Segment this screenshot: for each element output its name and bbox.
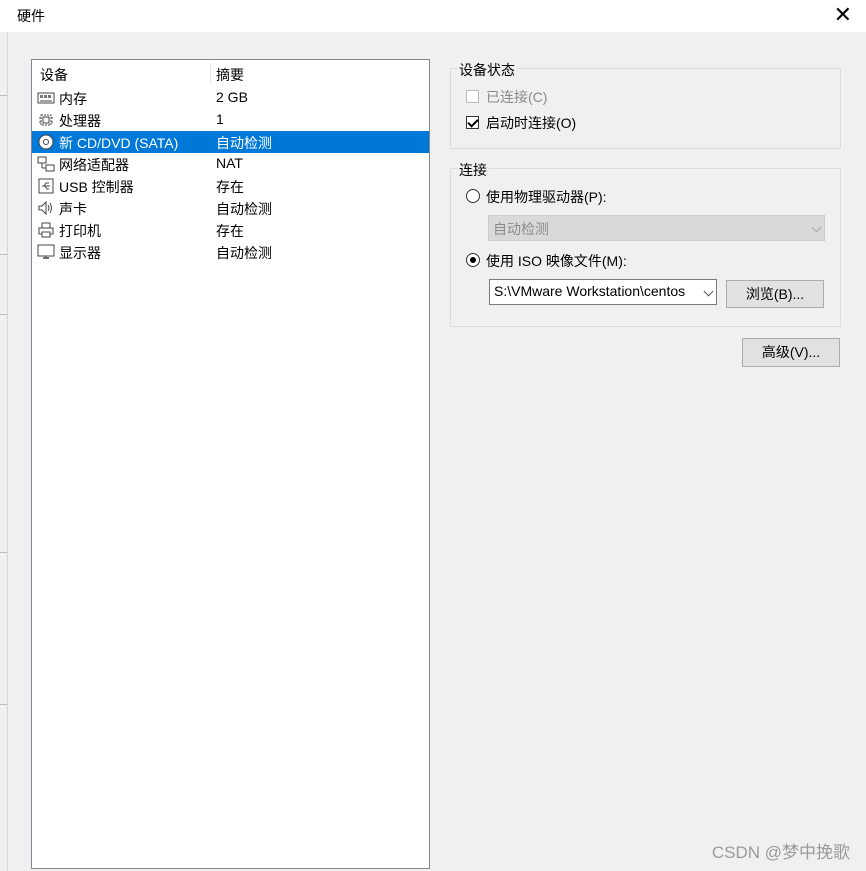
memory-icon — [37, 90, 55, 106]
device-name: 打印机 — [59, 223, 101, 239]
watermark: CSDN @梦中挽歌 — [711, 843, 850, 862]
device-name: 新 CD/DVD (SATA) — [59, 135, 179, 151]
network-adapter-icon — [37, 156, 55, 172]
device-summary: NAT — [216, 155, 243, 171]
device-name: 声卡 — [59, 201, 87, 217]
chevron-down-icon — [811, 222, 822, 233]
column-divider[interactable] — [210, 63, 211, 83]
connected-checkbox[interactable] — [466, 90, 479, 103]
device-status-group — [450, 68, 841, 149]
device-summary: 自动检测 — [216, 201, 272, 217]
connect-at-power-on-label: 启动时连接(O) — [486, 115, 577, 131]
physical-drive-label: 使用物理驱动器(P): — [486, 189, 607, 205]
device-status-title: 设备状态 — [457, 60, 517, 80]
device-row-printer[interactable]: 打印机 存在 — [32, 219, 429, 241]
cd-dvd-icon — [37, 134, 55, 150]
processor-icon — [37, 112, 55, 128]
title-bar: 硬件 ✕ — [0, 0, 866, 32]
column-header-summary[interactable]: 摘要 — [216, 65, 244, 85]
physical-drive-radio[interactable] — [466, 189, 480, 203]
device-row-sound-card[interactable]: 声卡 自动检测 — [32, 197, 429, 219]
background-window-edge — [0, 32, 8, 871]
device-summary: 2 GB — [216, 89, 248, 105]
device-name: 内存 — [59, 91, 87, 107]
device-summary: 自动检测 — [216, 245, 272, 261]
sound-card-icon — [37, 200, 55, 216]
device-row-processor[interactable]: 处理器 1 — [32, 109, 429, 131]
device-row-memory[interactable]: 内存 2 GB — [32, 87, 429, 109]
iso-image-radio[interactable] — [466, 253, 480, 267]
column-header-device[interactable]: 设备 — [40, 65, 68, 85]
physical-drive-value: 自动检测 — [493, 221, 549, 237]
device-summary: 自动检测 — [216, 135, 272, 151]
iso-path-combobox[interactable]: S:\VMware Workstation\centos — [489, 279, 717, 305]
close-icon[interactable]: ✕ — [834, 2, 852, 28]
device-row-cd-dvd[interactable]: 新 CD/DVD (SATA) 自动检测 — [32, 131, 429, 153]
device-summary: 1 — [216, 111, 224, 127]
browse-button[interactable]: 浏览(B)... — [726, 280, 824, 308]
checkmark-icon — [467, 116, 479, 128]
usb-icon — [37, 178, 55, 194]
device-row-display[interactable]: 显示器 自动检测 — [32, 241, 429, 263]
device-name: 处理器 — [59, 113, 101, 129]
connect-at-power-on-checkbox[interactable] — [466, 116, 479, 129]
physical-drive-select[interactable]: 自动检测 — [488, 215, 825, 241]
window-title: 硬件 — [17, 8, 45, 24]
radio-dot-icon — [470, 257, 476, 263]
display-icon — [37, 244, 55, 260]
device-list[interactable]: 设备 摘要 内存 2 GB 处理器 1 新 CD/DVD (SATA) 自动检测… — [31, 59, 430, 869]
device-list-header: 设备 摘要 — [32, 60, 429, 86]
iso-image-label: 使用 ISO 映像文件(M): — [486, 253, 627, 269]
device-name: 显示器 — [59, 245, 101, 261]
connection-title: 连接 — [457, 160, 489, 180]
printer-icon — [37, 222, 55, 238]
device-summary: 存在 — [216, 223, 244, 239]
device-name: USB 控制器 — [59, 179, 134, 195]
device-name: 网络适配器 — [59, 157, 129, 173]
advanced-button[interactable]: 高级(V)... — [742, 338, 840, 367]
iso-path-value: S:\VMware Workstation\centos — [494, 283, 686, 299]
device-summary: 存在 — [216, 179, 244, 195]
device-row-usb-controller[interactable]: USB 控制器 存在 — [32, 175, 429, 197]
device-row-network-adapter[interactable]: 网络适配器 NAT — [32, 153, 429, 175]
chevron-down-icon[interactable] — [703, 286, 714, 297]
connected-label: 已连接(C) — [486, 89, 548, 105]
